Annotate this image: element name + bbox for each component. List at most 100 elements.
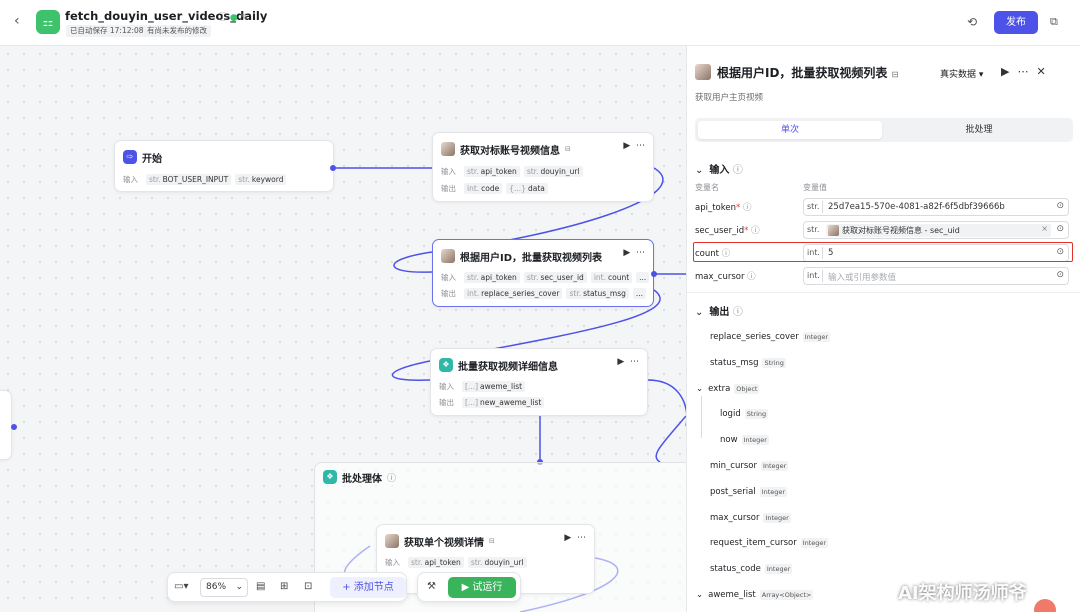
output-field: replace_series_cover Integer — [710, 332, 831, 342]
tab-single[interactable]: 单次 — [698, 121, 882, 139]
chevron-down-icon: ⌄ — [695, 165, 704, 176]
autosave-status: 已自动保存 17:12:08 — [66, 25, 148, 37]
chevron-down-icon: ⌄ — [696, 590, 704, 600]
input-row-sec-user-id: sec_user_id* ⓘ str. 获取对标账号视频信息 - sec_uid… — [695, 221, 1071, 239]
node-port[interactable] — [330, 165, 336, 171]
variable-ref-icon[interactable]: ⊙ — [1056, 270, 1064, 280]
node-port[interactable] — [651, 271, 657, 277]
check-circle-icon: ● — [229, 13, 238, 23]
avatar-icon — [441, 142, 455, 156]
input-chip: str. douyin_url — [467, 557, 527, 568]
close-icon[interactable]: ✕ — [1036, 65, 1053, 78]
output-section-title[interactable]: ⌄ 输出 ⓘ — [695, 303, 743, 318]
run-node-icon[interactable]: ▶ — [617, 357, 624, 367]
info-icon[interactable]: ⓘ — [387, 471, 396, 484]
node-title: 获取对标账号视频信息 — [460, 145, 560, 157]
layout-icon[interactable]: ⊞ — [280, 581, 288, 592]
input-chip: str. api_token — [408, 557, 464, 568]
chevron-down-icon: ⌄ — [235, 582, 243, 592]
zoom-select[interactable]: 86% ⌄ — [200, 578, 248, 597]
sec-user-id-field[interactable]: str. 获取对标账号视频信息 - sec_uid × ⊙ — [803, 221, 1069, 239]
more-icon[interactable]: ⋯ — [630, 357, 639, 367]
comment-icon[interactable]: ▤ — [256, 581, 265, 592]
input-chip: str. sec_user_id — [523, 272, 587, 283]
node-get-info[interactable]: 获取对标账号视频信息 ⊟ ▶ ⋯ 输入 str. api_token str. do… — [432, 132, 654, 202]
node-detail-panel: 根据用户ID，批量获取视频列表 ⊟ 真实数据 ▾ ▶⋯✕ 获取用户主页视频 单次… — [686, 46, 1080, 612]
col-name-header: 变量名 — [695, 183, 719, 192]
info-icon: ⓘ — [742, 203, 752, 213]
test-run-button[interactable]: ▶ 试运行 — [448, 577, 516, 598]
batch-icon: ❖ — [439, 358, 453, 372]
plugin-icon: ⊟ — [489, 537, 495, 545]
history-icon[interactable]: ⟲ — [967, 15, 977, 29]
node-port[interactable] — [11, 424, 17, 430]
node-title: 获取单个视频详情 — [404, 537, 484, 549]
output-chip: int. replace_series_cover — [464, 288, 563, 299]
run-node-icon[interactable]: ▶ — [1001, 65, 1017, 78]
start-icon: ⇨ — [123, 150, 137, 164]
fit-view-icon[interactable]: ⊡ — [304, 581, 312, 592]
col-value-header: 变量值 — [803, 183, 827, 192]
minimap-icon[interactable]: ▭▾ — [174, 581, 188, 592]
tab-batch[interactable]: 批处理 — [887, 121, 1071, 139]
max-cursor-field[interactable]: int. 输入或引用参数值 ⊙ — [803, 267, 1069, 285]
group-title: 批处理体 — [342, 473, 382, 485]
output-field-expandable[interactable]: ⌄ aweme_list Array<Object> — [696, 590, 814, 600]
input-chip: str. keyword — [235, 174, 287, 185]
output-field-expandable[interactable]: ⌄ extra Object — [696, 384, 760, 394]
more-icon[interactable]: ⋯ — [636, 141, 645, 151]
input-chip: str. BOT_USER_INPUT — [146, 174, 232, 185]
highlight-annotation — [693, 242, 1073, 262]
variable-ref-icon[interactable]: ⊙ — [1056, 201, 1064, 211]
api-token-field[interactable]: str. 25d7ea15-570e-4081-a82f-6f5dbf39666… — [803, 198, 1069, 216]
input-row-max-cursor: max_cursor ⓘ int. 输入或引用参数值 ⊙ — [695, 267, 1071, 285]
input-chip: str. api_token — [464, 272, 520, 283]
avatar-icon — [441, 249, 455, 263]
output-chip: int. code — [464, 183, 503, 194]
info-icon: ⓘ — [732, 165, 743, 176]
add-node-button[interactable]: + 添加节点 — [330, 577, 406, 598]
tree-line — [701, 396, 702, 438]
run-toolbar: ⚒ ▶ 试运行 — [417, 572, 521, 602]
batch-icon: ❖ — [323, 470, 337, 484]
info-icon[interactable]: ⓘ — [218, 13, 227, 23]
chevron-down-icon: ⌄ — [696, 384, 704, 394]
plugin-icon: ⊟ — [891, 70, 899, 79]
run-node-icon[interactable]: ▶ — [564, 533, 571, 543]
close-icon[interactable]: × — [1041, 224, 1048, 233]
more-chip: ... — [632, 288, 647, 299]
output-chip: str. status_msg — [566, 288, 629, 299]
publish-button[interactable]: 发布 — [994, 11, 1038, 34]
output-field: logid String — [720, 409, 769, 419]
more-icon[interactable]: ⋯ — [577, 533, 586, 543]
more-icon[interactable]: ⋯ — [1017, 65, 1036, 78]
debug-icon[interactable]: ⚒ — [427, 581, 436, 592]
input-label: 输入 — [123, 175, 138, 184]
node-start[interactable]: ⇨ 开始 输入 str. BOT_USER_INPUT str. keyword — [114, 140, 334, 192]
workflow-icon: ⚏ — [36, 10, 60, 34]
edit-icon[interactable]: ✎ — [241, 13, 249, 23]
run-node-icon[interactable]: ▶ — [623, 141, 630, 151]
more-icon[interactable]: ⋯ — [636, 248, 645, 258]
output-chip: {...} data — [506, 183, 548, 194]
chevron-left-icon[interactable]: ‹ — [14, 13, 20, 29]
panel-subtitle: 获取用户主页视频 — [695, 93, 764, 103]
data-mode-select[interactable]: 真实数据 ▾ — [940, 67, 983, 80]
more-chip: ... — [636, 272, 650, 283]
canvas-toolbar: ▭▾ 86% ⌄ ▤ ⊞ ⊡ + 添加节点 — [167, 572, 407, 602]
workflow-canvas[interactable]: ⇨ 开始 输入 str. BOT_USER_INPUT str. keyword 获… — [0, 46, 686, 612]
output-field: status_code Integer — [710, 564, 793, 574]
node-batch-detail[interactable]: ❖ 批量获取视频详细信息 ▶ ⋯ 输入 [...] aweme_list 输出 [… — [430, 348, 648, 416]
node-batch-list[interactable]: 根据用户ID，批量获取视频列表 ▶ ⋯ 输入 str. api_token str… — [432, 239, 654, 307]
output-field: max_cursor Integer — [710, 513, 791, 523]
variable-reference-chip[interactable]: 获取对标账号视频信息 - sec_uid × — [826, 224, 1051, 237]
input-section-title[interactable]: ⌄ 输入 ⓘ — [695, 161, 743, 176]
edge-right-down — [655, 415, 686, 463]
copy-icon[interactable]: ⧉ — [1050, 15, 1058, 29]
run-node-icon[interactable]: ▶ — [623, 248, 630, 258]
plugin-icon: ⊟ — [565, 145, 571, 153]
variable-ref-icon[interactable]: ⊙ — [1056, 224, 1064, 234]
output-field: post_serial Integer — [710, 487, 788, 497]
edge-detail-right — [647, 379, 686, 426]
avatar-icon — [828, 225, 839, 236]
